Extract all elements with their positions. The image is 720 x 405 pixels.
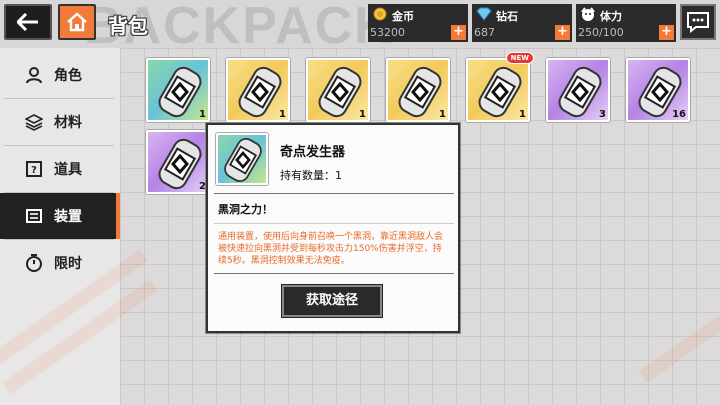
- new-badge: NEW: [505, 52, 534, 64]
- sidebar-item-label: 限时: [54, 256, 82, 272]
- timer-icon: [24, 253, 44, 273]
- item-count: 1: [519, 109, 526, 120]
- top-bar: BACKPACK 背包 金币 53200 + 钻石 687 + 体力 250/1…: [0, 0, 720, 55]
- inventory-item-slot[interactable]: 16: [626, 58, 690, 122]
- chat-icon: [687, 12, 709, 33]
- singularity-device-icon: [158, 66, 202, 118]
- home-button[interactable]: [58, 4, 96, 40]
- popup-subtitle: 黑洞之力！: [218, 203, 273, 216]
- resource-label: 金币: [392, 10, 414, 23]
- layers-icon: [24, 112, 44, 132]
- chat-button[interactable]: [680, 4, 716, 40]
- inventory-item-slot[interactable]: 2: [146, 130, 210, 194]
- singularity-device-icon: [224, 138, 262, 182]
- inventory-item-slot[interactable]: 1: [306, 58, 370, 122]
- item-count: 3: [599, 109, 606, 120]
- singularity-device-icon: [398, 66, 442, 118]
- inventory-item-slot[interactable]: 1: [146, 58, 210, 122]
- add-gold-button[interactable]: +: [451, 25, 466, 40]
- resource-value: 687: [474, 26, 495, 39]
- sidebar-item-devices[interactable]: 装置: [0, 193, 120, 239]
- inventory-item-slot[interactable]: 1: [386, 58, 450, 122]
- sidebar-item-label: 材料: [54, 115, 82, 131]
- page-title: 背包: [108, 14, 148, 38]
- diamond-icon: [476, 7, 492, 21]
- singularity-device-icon: [158, 138, 202, 190]
- popup-item-name: 奇点发生器: [280, 145, 346, 160]
- resource-label: 体力: [600, 10, 622, 23]
- sidebar-item-limited[interactable]: 限时: [0, 240, 120, 286]
- resource-gold: 金币 53200 +: [368, 4, 468, 42]
- item-detail-popup: 奇点发生器 持有数量：1 黑洞之力！ 通用装置，使用后向身前召唤一个黑洞，靠近黑…: [206, 123, 460, 333]
- resource-value: 250/100: [578, 26, 624, 39]
- acquire-source-button[interactable]: 获取途径: [281, 284, 383, 318]
- sidebar-item-label: 装置: [54, 209, 82, 225]
- singularity-device-icon: [238, 66, 282, 118]
- inventory-item-slot[interactable]: 3: [546, 58, 610, 122]
- popup-item-quantity: 持有数量：1: [280, 169, 342, 182]
- back-arrow-icon: [17, 13, 38, 31]
- divider: [214, 223, 454, 224]
- item-count: 2: [199, 181, 206, 192]
- item-count: 16: [672, 109, 686, 120]
- sidebar-item-label: 角色: [54, 68, 82, 84]
- category-sidebar: 角色 材料 ? 道具 装置 限时: [0, 52, 120, 286]
- item-count: 1: [439, 109, 446, 120]
- person-icon: [24, 65, 44, 85]
- singularity-device-icon: [558, 66, 602, 118]
- item-count: 1: [359, 109, 366, 120]
- item-count: 1: [279, 109, 286, 120]
- divider: [214, 273, 454, 274]
- divider: [214, 193, 454, 194]
- device-icon: [24, 206, 44, 226]
- resource-stamina: 体力 250/100 +: [576, 4, 676, 42]
- inventory-item-slot[interactable]: 1 NEW: [466, 52, 534, 122]
- prop-card-icon: ?: [24, 159, 44, 179]
- sidebar-item-materials[interactable]: 材料: [0, 99, 120, 145]
- resource-value: 53200: [370, 26, 405, 39]
- popup-item-icon: [216, 133, 268, 185]
- gold-coin-icon: [373, 7, 387, 21]
- back-button[interactable]: [4, 4, 52, 40]
- stamina-icon: [581, 7, 595, 21]
- sidebar-item-label: 道具: [54, 162, 82, 178]
- resource-label: 钻石: [496, 10, 518, 23]
- home-icon: [67, 12, 87, 32]
- item-count: 1: [199, 109, 206, 120]
- singularity-device-icon: [478, 66, 522, 118]
- svg-text:?: ?: [31, 165, 37, 176]
- sidebar-item-character[interactable]: 角色: [0, 52, 120, 98]
- sidebar-item-props[interactable]: ? 道具: [0, 146, 120, 192]
- add-stamina-button[interactable]: +: [659, 25, 674, 40]
- resource-diamond: 钻石 687 +: [472, 4, 572, 42]
- inventory-item-slot[interactable]: 1: [226, 58, 290, 122]
- add-diamond-button[interactable]: +: [555, 25, 570, 40]
- popup-description: 通用装置，使用后向身前召唤一个黑洞，靠近黑洞敌人会被快速拉向黑洞并受到每秒攻击力…: [218, 232, 444, 266]
- singularity-device-icon: [318, 66, 362, 118]
